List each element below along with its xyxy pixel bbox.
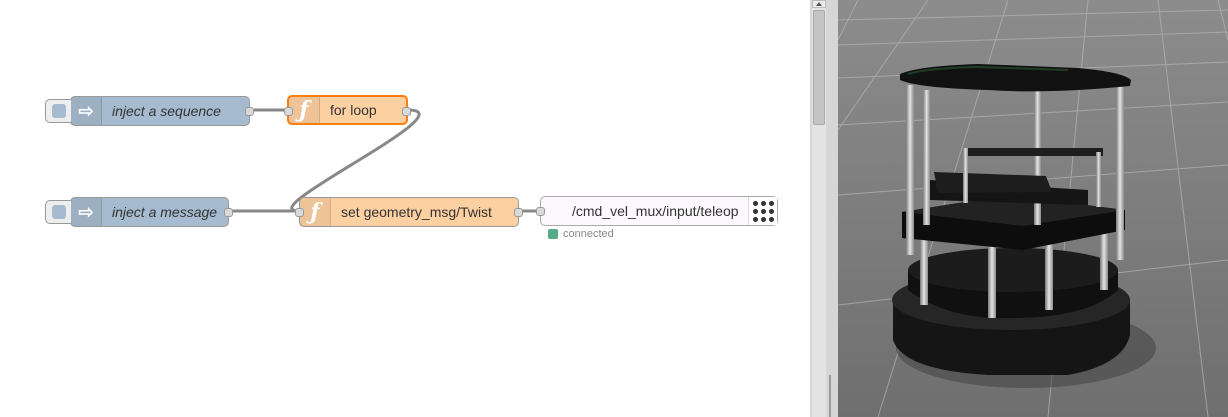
inject-sequence-node[interactable]: ⇨ inject a sequence [45, 96, 254, 126]
simulator-viewport[interactable] [838, 0, 1228, 417]
output-port[interactable] [402, 107, 411, 116]
node-status: connected [548, 228, 614, 240]
node-label: for loop [330, 102, 377, 118]
output-port[interactable] [224, 208, 233, 217]
scroll-thumb[interactable] [813, 10, 825, 125]
for-loop-function-node[interactable]: ƒ for loop [284, 95, 411, 125]
inject-sequence-trigger-button[interactable] [45, 99, 71, 123]
output-port[interactable] [514, 208, 523, 217]
node-label: inject a message [112, 204, 218, 220]
arrow-right-icon: ⇨ [71, 97, 102, 125]
ros-publish-node[interactable]: /cmd_vel_mux/input/teleop [536, 196, 778, 226]
node-label: inject a sequence [112, 103, 221, 119]
function-f-icon: ƒ [289, 97, 320, 123]
status-text: connected [563, 228, 614, 240]
node-label: set geometry_msg/Twist [341, 204, 492, 220]
set-twist-function-node[interactable]: ƒ set geometry_msg/Twist [295, 197, 523, 227]
status-indicator-icon [548, 229, 558, 239]
wire-for-loop-to-set-twist[interactable] [290, 108, 421, 213]
pane-scrollbar[interactable] [810, 0, 838, 417]
divider-line [829, 375, 831, 417]
flow-editor-canvas[interactable]: ⇨ inject a sequence ƒ for loop ⇨ inject … [0, 0, 810, 417]
input-port[interactable] [536, 207, 545, 216]
input-port[interactable] [284, 107, 293, 116]
input-port[interactable] [295, 208, 304, 217]
node-label: /cmd_vel_mux/input/teleop [572, 203, 739, 219]
arrow-right-icon: ⇨ [71, 198, 102, 226]
dot-grid-icon [748, 197, 777, 225]
output-port[interactable] [245, 107, 254, 116]
function-f-icon: ƒ [300, 198, 331, 226]
inject-message-node[interactable]: ⇨ inject a message [45, 197, 233, 227]
inject-message-trigger-button[interactable] [45, 200, 71, 224]
scroll-up-button[interactable] [812, 0, 826, 8]
